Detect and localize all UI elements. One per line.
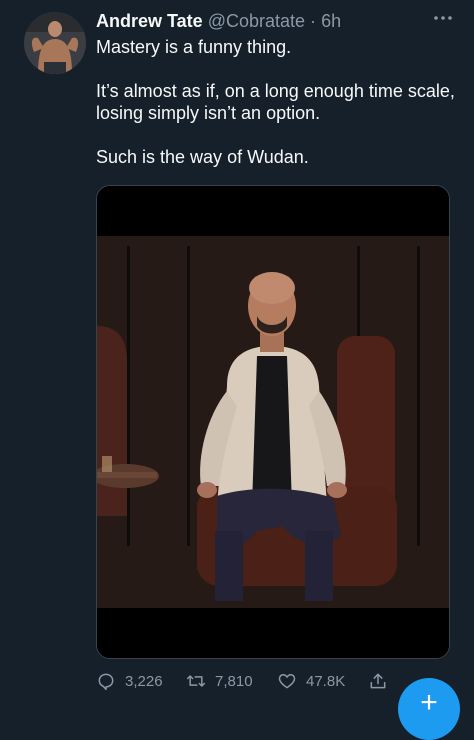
reply-count: 3,226 bbox=[125, 672, 163, 690]
tweet[interactable]: Andrew Tate @Cobratate · 6h Mastery is a… bbox=[0, 0, 474, 740]
avatar-photo bbox=[24, 12, 86, 74]
tweet-photo bbox=[97, 186, 449, 658]
like-button[interactable]: 47.8K bbox=[277, 668, 345, 694]
reply-button[interactable]: 3,226 bbox=[96, 668, 163, 694]
reply-icon bbox=[98, 673, 114, 691]
tweet-paragraph: Mastery is a funny thing. bbox=[96, 37, 292, 57]
author-name[interactable]: Andrew Tate bbox=[96, 11, 203, 31]
author-avatar[interactable] bbox=[24, 12, 86, 74]
heart-icon bbox=[278, 674, 296, 689]
tweet-header: Andrew Tate @Cobratate · 6h bbox=[96, 10, 341, 32]
tweet-timestamp[interactable]: 6h bbox=[321, 11, 341, 31]
tweet-image[interactable] bbox=[96, 185, 450, 659]
share-icon bbox=[370, 673, 386, 689]
share-button[interactable] bbox=[368, 668, 397, 694]
author-handle[interactable]: @Cobratate bbox=[208, 11, 305, 31]
compose-plus-icon: + bbox=[420, 686, 438, 719]
tweet-paragraph: It’s almost as if, on a long enough time… bbox=[96, 81, 455, 123]
separator-dot: · bbox=[310, 11, 317, 31]
tweet-paragraph: Such is the way of Wudan. bbox=[96, 147, 309, 167]
tweet-text: Mastery is a funny thing. It’s almost as… bbox=[96, 36, 456, 190]
more-options-icon[interactable] bbox=[431, 8, 455, 28]
compose-tweet-button[interactable]: + bbox=[398, 678, 460, 740]
like-count: 47.8K bbox=[306, 672, 346, 690]
retweet-count: 7,810 bbox=[215, 672, 253, 690]
retweet-icon bbox=[186, 675, 206, 687]
tweet-actions: 3,226 7,810 47.8K bbox=[96, 668, 396, 694]
retweet-button[interactable]: 7,810 bbox=[186, 668, 253, 694]
